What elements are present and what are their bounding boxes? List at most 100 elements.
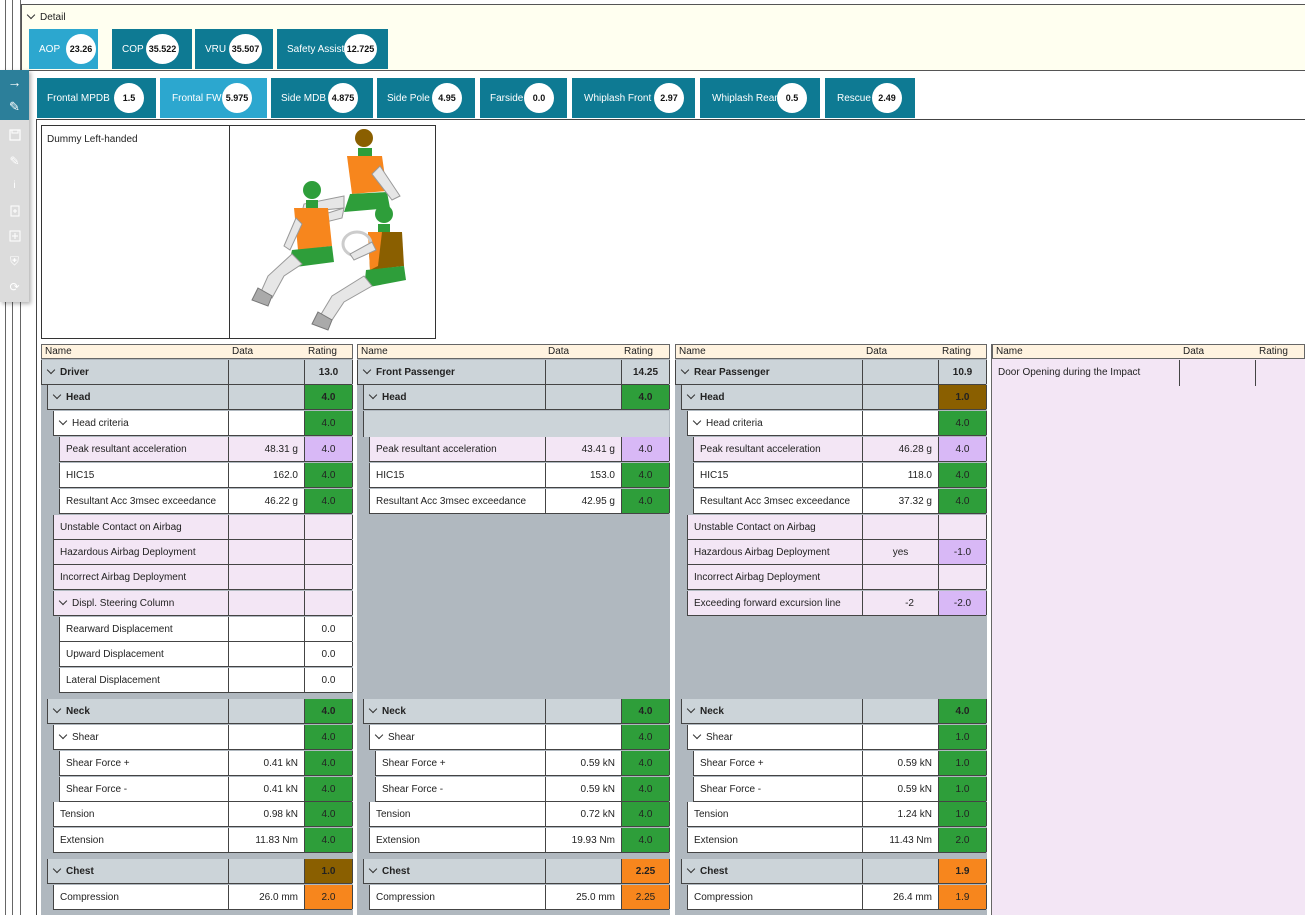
table-row[interactable]: Unstable Contact on Airbag — [53, 515, 353, 540]
table-row[interactable]: Lateral Displacement 0.0 — [59, 668, 353, 693]
table-row[interactable]: Displ. Steering Column — [53, 591, 353, 616]
rating-cell: 4.0 — [305, 463, 353, 487]
save-icon[interactable] — [0, 122, 29, 147]
table-row[interactable]: Peak resultant acceleration 46.28 g 4.0 — [693, 437, 987, 462]
score-badge: 2.49 — [872, 83, 902, 113]
table-row[interactable]: Head 1.0 — [681, 385, 987, 410]
rating-cell: 1.9 — [939, 859, 987, 883]
arrow-right-icon[interactable]: → — [0, 70, 29, 94]
table-row[interactable]: Tension 0.72 kN 4.0 — [369, 802, 670, 827]
tab-farside[interactable]: Farside 0.0 — [480, 78, 567, 118]
tab-side-mdb[interactable]: Side MDB 4.875 — [271, 78, 373, 118]
score-badge: 0.5 — [777, 83, 807, 113]
table-row[interactable]: Shear 4.0 — [369, 725, 670, 750]
table-row[interactable]: Exceeding forward excursion line -2 -2.0 — [687, 591, 987, 616]
table-row[interactable]: Rearward Displacement 0.0 — [59, 617, 353, 642]
table-row[interactable]: Head 4.0 — [363, 385, 670, 410]
score-badge: 4.95 — [432, 83, 462, 113]
rating-cell: 1.0 — [939, 802, 987, 826]
table-row[interactable]: Extension 11.83 Nm 4.0 — [53, 828, 353, 853]
data-cell — [863, 411, 939, 435]
data-cell — [546, 725, 622, 749]
table-row[interactable]: Incorrect Airbag Deployment — [687, 565, 987, 590]
name-cell: Upward Displacement — [60, 642, 229, 666]
table-row[interactable]: Incorrect Airbag Deployment — [53, 565, 353, 590]
tab-rescue[interactable]: Rescue 2.49 — [825, 78, 915, 118]
tab-whiplash-front[interactable]: Whiplash Front 2.97 — [572, 78, 695, 118]
tab-frontal-fw[interactable]: Frontal FW 5.975 — [160, 78, 267, 118]
table-row[interactable]: Resultant Acc 3msec exceedance 37.32 g 4… — [693, 489, 987, 514]
table-row[interactable]: Tension 1.24 kN 1.0 — [687, 802, 987, 827]
group-title: Front Passenger — [376, 366, 455, 378]
table-row[interactable]: Head 4.0 — [47, 385, 353, 410]
table-row[interactable]: Resultant Acc 3msec exceedance 42.95 g 4… — [369, 489, 670, 514]
table-row[interactable]: Extension 11.43 Nm 2.0 — [687, 828, 987, 853]
table-row[interactable]: Hazardous Airbag Deployment yes -1.0 — [687, 540, 987, 565]
table-row[interactable]: Neck 4.0 — [681, 699, 987, 724]
table-row[interactable]: Door Opening during the Impact — [992, 360, 1305, 386]
add-document-icon[interactable] — [0, 198, 29, 223]
table-row[interactable]: Shear Force - 0.59 kN 4.0 — [375, 777, 670, 802]
table-row[interactable]: Peak resultant acceleration 48.31 g 4.0 — [59, 437, 353, 462]
table-row[interactable]: Extension 19.93 Nm 4.0 — [369, 828, 670, 853]
table-row[interactable]: Neck 4.0 — [363, 699, 670, 724]
chevron-down-icon — [368, 390, 378, 400]
table-row[interactable]: Shear Force - 0.41 kN 4.0 — [59, 777, 353, 802]
name-cell: Exceeding forward excursion line — [688, 591, 863, 615]
table-row[interactable]: Chest 1.0 — [47, 859, 353, 884]
table-row[interactable]: Shear 4.0 — [53, 725, 353, 750]
table-row[interactable]: HIC15 118.0 4.0 — [693, 463, 987, 488]
tab-aop[interactable]: AOP 23.26 — [29, 29, 98, 69]
tab-frontal-mpdb[interactable]: Frontal MPDB 1.5 — [37, 78, 156, 118]
tab-safety-assist[interactable]: Safety Assist 12.725 — [277, 29, 388, 69]
table-row[interactable]: Neck 4.0 — [47, 699, 353, 724]
name-cell: Front Passenger — [358, 360, 546, 384]
table-row[interactable]: Shear 1.0 — [687, 725, 987, 750]
table-row[interactable]: Upward Displacement 0.0 — [59, 642, 353, 667]
name-cell: Rearward Displacement — [60, 617, 229, 641]
rating-cell — [305, 565, 353, 589]
data-cell — [229, 668, 305, 692]
tab-side-pole[interactable]: Side Pole 4.95 — [377, 78, 475, 118]
data-cell: 118.0 — [863, 463, 939, 487]
table-row[interactable]: Shear Force + 0.41 kN 4.0 — [59, 751, 353, 776]
table-row[interactable]: Compression 26.4 mm 1.9 — [687, 885, 987, 910]
table-row[interactable]: Driver 13.0 — [41, 360, 353, 385]
table-row[interactable]: Compression 26.0 mm 2.0 — [53, 885, 353, 910]
sync-icon[interactable]: ⟳ — [0, 274, 29, 299]
table-row[interactable]: Head criteria 4.0 — [53, 411, 353, 436]
data-cell: 0.59 kN — [863, 751, 939, 775]
table-row[interactable]: Rear Passenger 10.9 — [675, 360, 987, 385]
table-row[interactable]: Shear Force + 0.59 kN 4.0 — [375, 751, 670, 776]
table-row[interactable]: Compression 25.0 mm 2.25 — [369, 885, 670, 910]
shield-icon[interactable]: ⛨ — [0, 249, 29, 274]
tab-cop[interactable]: COP 35.522 — [112, 29, 192, 69]
note-edit-icon[interactable]: ✎ — [0, 148, 29, 173]
data-cell — [229, 565, 305, 589]
table-row[interactable]: HIC15 162.0 4.0 — [59, 463, 353, 488]
table-row[interactable]: Front Passenger 14.25 — [357, 360, 670, 385]
info-icon[interactable]: i — [0, 173, 29, 198]
chevron-down-icon — [46, 365, 56, 375]
pencil-icon[interactable]: ✎ — [0, 94, 29, 120]
table-row[interactable]: Resultant Acc 3msec exceedance 46.22 g 4… — [59, 489, 353, 514]
add-box-icon[interactable] — [0, 223, 29, 248]
chevron-down-icon — [692, 416, 702, 426]
table-row[interactable]: HIC15 153.0 4.0 — [369, 463, 670, 488]
table-row[interactable]: Unstable Contact on Airbag — [687, 515, 987, 540]
tab-vru[interactable]: VRU 35.507 — [195, 29, 273, 69]
col-data-header: Data — [548, 346, 570, 357]
table-row[interactable]: Tension 0.98 kN 4.0 — [53, 802, 353, 827]
data-cell: 43.41 g — [546, 437, 622, 461]
table-row[interactable]: Shear Force + 0.59 kN 1.0 — [693, 751, 987, 776]
tab-whiplash-rear[interactable]: Whiplash Rear 0.5 — [700, 78, 820, 118]
rating-cell: -1.0 — [939, 540, 987, 564]
table-row[interactable]: Chest 1.9 — [681, 859, 987, 884]
table-row[interactable]: Chest 2.25 — [363, 859, 670, 884]
detail-expander[interactable]: Detail — [26, 10, 66, 23]
table-row[interactable]: Peak resultant acceleration 43.41 g 4.0 — [369, 437, 670, 462]
name-cell: Shear Force - — [60, 777, 229, 801]
table-row[interactable]: Head criteria 4.0 — [687, 411, 987, 436]
table-row[interactable]: Shear Force - 0.59 kN 1.0 — [693, 777, 987, 802]
table-row[interactable]: Hazardous Airbag Deployment — [53, 540, 353, 565]
